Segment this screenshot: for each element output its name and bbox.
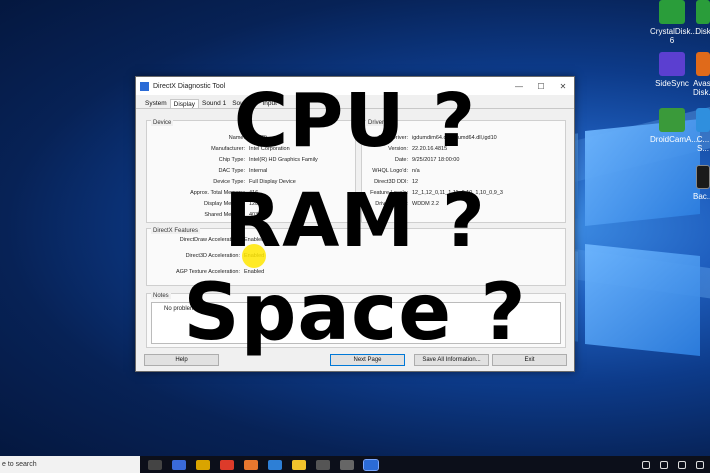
system-tray bbox=[642, 460, 710, 469]
desktop-icon-label: CrystalDisk... 6 bbox=[650, 27, 698, 45]
chrome-icon[interactable] bbox=[220, 459, 234, 470]
driver-field-value: n/a bbox=[412, 168, 420, 174]
taskbar-search-input[interactable]: e to search bbox=[0, 456, 140, 473]
device-field-row: DAC Type: Internal bbox=[150, 168, 268, 174]
edge-icon[interactable] bbox=[172, 459, 186, 470]
task-view-icon[interactable] bbox=[148, 459, 162, 470]
device-field-label: DAC Type: bbox=[218, 168, 246, 174]
firefox-icon[interactable] bbox=[244, 459, 258, 470]
overlay-text-ram: RAM ? bbox=[224, 178, 486, 264]
file-explorer-icon[interactable] bbox=[196, 459, 210, 470]
disk-icon bbox=[696, 0, 710, 24]
desktop-icon-disk[interactable]: Disk bbox=[693, 0, 710, 36]
app-icon[interactable] bbox=[268, 459, 282, 470]
driver-field-row: WHQL Logo'd: n/a bbox=[348, 168, 420, 174]
crystaldisk-icon bbox=[659, 0, 685, 24]
sidesync-icon bbox=[659, 52, 685, 76]
app-icon[interactable] bbox=[316, 459, 330, 470]
tray-icon[interactable] bbox=[660, 460, 668, 469]
overlay-text-space: Space ? bbox=[183, 268, 527, 358]
driver-field-label: WHQL Logo'd: bbox=[372, 168, 408, 174]
avast-icon bbox=[696, 52, 710, 76]
taskbar: e to search bbox=[0, 456, 710, 473]
desktop-icon-label: Disk bbox=[695, 27, 710, 36]
device-field-value: Internal bbox=[249, 168, 268, 174]
tray-icon[interactable] bbox=[642, 460, 650, 469]
desktop-icon-crystaldisk[interactable]: CrystalDisk... 6 bbox=[650, 0, 698, 45]
overlay-text-cpu: CPU ? bbox=[233, 78, 477, 164]
tray-icon[interactable] bbox=[678, 460, 686, 469]
app-icon[interactable] bbox=[340, 459, 354, 470]
dxdiag-taskbar-icon[interactable] bbox=[363, 458, 379, 471]
tray-icon[interactable] bbox=[696, 460, 704, 469]
folder-icon[interactable] bbox=[292, 459, 306, 470]
